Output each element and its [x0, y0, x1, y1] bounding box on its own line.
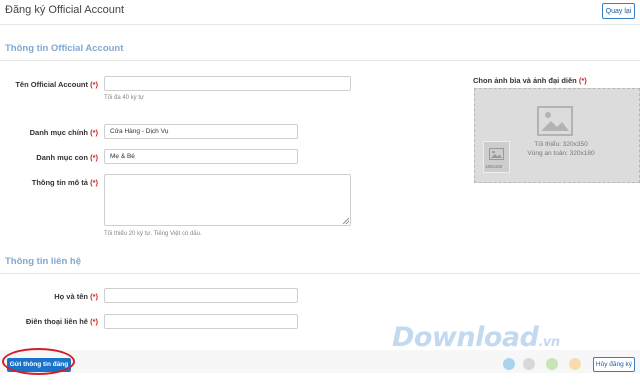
section-title-contact: Thông tin liên hệ: [5, 256, 81, 267]
watermark-dot: [523, 358, 535, 370]
avatar-size-label: 150x150: [485, 164, 503, 169]
phone-label: Điên thoại liên hê (*): [25, 317, 98, 326]
footer-bar: [0, 350, 640, 373]
phone-input[interactable]: [104, 314, 298, 329]
section-divider-contact: [0, 273, 640, 274]
oa-name-hint: Tối đa 40 ký tự: [104, 95, 145, 101]
main-category-label: Danh mục chính (*): [29, 128, 98, 137]
watermark-dot: [503, 358, 515, 370]
page-title: Đăng ký Official Account: [5, 4, 125, 16]
watermark-text: Download: [392, 322, 539, 353]
fullname-label: Họ và tên (*): [54, 292, 98, 301]
section-divider: [0, 60, 640, 61]
oa-name-input[interactable]: [104, 76, 351, 91]
back-button[interactable]: Quay lại: [602, 3, 635, 19]
watermark-dot: [546, 358, 558, 370]
header-divider: [0, 24, 640, 25]
description-textarea[interactable]: [104, 174, 351, 226]
cover-min-size: Tối thiểu: 320x350: [534, 141, 588, 148]
section-title-oa: Thông tin Official Account: [5, 43, 124, 54]
cover-safe-area: Vùng an toàn: 320x180: [527, 150, 595, 157]
sub-category-label: Danh mục con (*): [36, 153, 98, 162]
cancel-registration-button[interactable]: Hủy đăng ký: [593, 357, 635, 372]
submit-highlight-circle: [2, 348, 75, 375]
resize-grip-icon[interactable]: [343, 218, 349, 224]
oa-name-label: Tên Official Account (*): [15, 80, 98, 89]
image-upload-title: Chon ảnh bìa và ảnh đại diên (*): [473, 76, 587, 85]
watermark-dot: [569, 358, 581, 370]
fullname-input[interactable]: [104, 288, 298, 303]
watermark-suffix: .vn: [538, 335, 560, 350]
description-label: Thông tin mô tả (*): [31, 178, 98, 187]
sub-category-select[interactable]: Mẹ & Bé: [104, 149, 298, 164]
main-category-select[interactable]: Cửa Hàng - Dịch Vụ: [104, 124, 298, 139]
watermark-logo: Download.vn: [392, 322, 560, 353]
avatar-image-icon: [489, 148, 504, 160]
description-hint: Tối thiểu 20 ký tự. Tiếng Việt có dấu.: [104, 231, 202, 237]
cover-image-icon: [537, 106, 573, 136]
